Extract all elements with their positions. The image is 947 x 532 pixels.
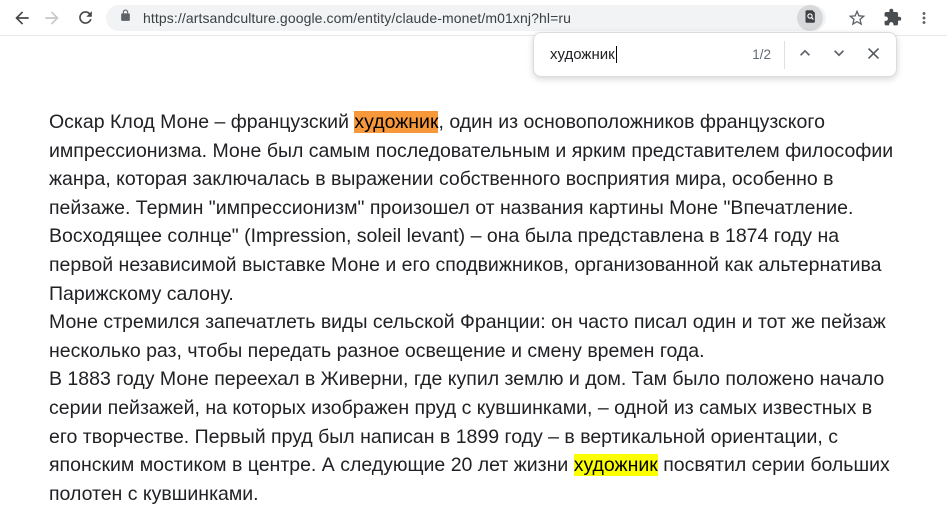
find-query-text: художник: [550, 46, 615, 63]
three-dots-menu-icon: [915, 9, 933, 27]
text-run: , один из основоположников французского …: [49, 111, 893, 305]
lock-icon: [119, 9, 132, 27]
article-text: Оскар Клод Моне – французский художник, …: [0, 36, 897, 508]
text-run: Оскар Клод Моне – французский: [49, 111, 354, 133]
paragraph: Моне стремился запечатлеть виды сельской…: [49, 308, 897, 508]
find-match-other: художник: [574, 454, 658, 476]
puzzle-piece-icon: [883, 8, 902, 27]
find-previous-button[interactable]: [788, 38, 822, 72]
reload-icon: [76, 8, 95, 27]
address-bar[interactable]: https://artsandculture.google.com/entity…: [106, 5, 826, 31]
extensions-button[interactable]: [878, 6, 906, 30]
find-bar: художник 1/2: [533, 32, 897, 77]
chevron-down-icon: [829, 43, 849, 66]
document-search-icon: [803, 9, 818, 27]
url-text: https://artsandculture.google.com/entity…: [143, 10, 797, 26]
find-close-button[interactable]: [856, 38, 890, 72]
match-count: 1/2: [752, 47, 771, 62]
text-caret: [616, 46, 618, 63]
back-arrow-icon: [12, 8, 32, 28]
paragraph: Оскар Клод Моне – французский художник, …: [49, 108, 897, 308]
forward-button[interactable]: [40, 6, 64, 30]
find-match-active: художник: [354, 111, 438, 133]
reload-button[interactable]: [73, 6, 97, 30]
text-run: Моне стремился запечатлеть виды сельской…: [49, 311, 886, 362]
close-icon: [864, 44, 883, 66]
find-next-button[interactable]: [822, 38, 856, 72]
browser-menu-button[interactable]: [912, 6, 936, 30]
chevron-up-icon: [795, 43, 815, 66]
star-outline-icon: [847, 8, 867, 28]
bookmark-button[interactable]: [843, 6, 871, 30]
find-bar-divider: [784, 41, 785, 69]
browser-toolbar: https://artsandculture.google.com/entity…: [0, 0, 947, 36]
find-input[interactable]: художник: [550, 33, 744, 76]
page-search-chip[interactable]: [797, 5, 823, 31]
back-button[interactable]: [10, 6, 34, 30]
forward-arrow-icon: [42, 8, 62, 28]
